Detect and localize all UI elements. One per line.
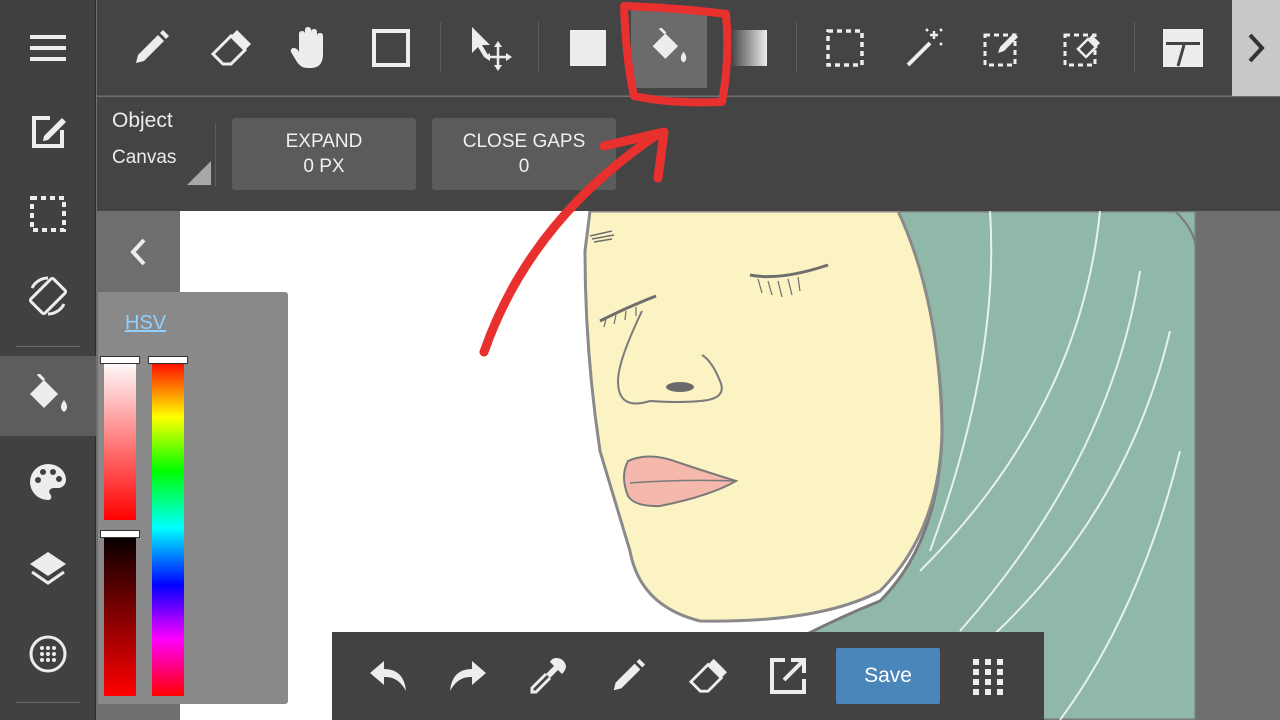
options-divider [215,123,216,187]
select-pen-icon [983,33,1018,67]
material-button[interactable] [0,614,96,694]
export-button[interactable] [758,646,818,706]
palette-icon [30,464,66,500]
selection-icon [30,196,66,232]
expand-value: 0 PX [303,156,345,177]
select-eraser-tool-button[interactable] [1045,8,1121,88]
menu-icon [30,35,66,61]
eraser-tool-button[interactable] [193,8,269,88]
fill-bucket-sidebar-button[interactable] [0,356,96,436]
fill-color-tool-button[interactable] [550,8,626,88]
fill-bucket-tool-button[interactable] [631,8,707,88]
redo-button[interactable] [438,646,498,706]
redo-icon [450,661,486,691]
hue-slider[interactable] [152,360,184,696]
face-shape [583,211,944,623]
edit-canvas-icon [32,116,66,148]
save-button[interactable]: Save [836,648,940,704]
pen-icon [136,30,169,63]
hand-icon [290,27,323,68]
toolbar-more-button[interactable] [1232,0,1280,96]
pen-icon [613,658,646,691]
chevron-right-icon [1248,33,1265,63]
nostril [666,382,694,392]
gradient-icon [731,30,767,66]
pen-tool-button[interactable] [113,8,189,88]
rotate-button[interactable] [0,256,96,336]
bottom-pen-button[interactable] [598,646,658,706]
move-icon [472,27,512,71]
rect-select-tool-button[interactable] [807,8,883,88]
menu-button[interactable] [0,8,96,88]
bottom-eraser-button[interactable] [678,646,738,706]
rotate-icon [28,276,68,316]
magic-wand-tool-button[interactable] [887,8,963,88]
toolbar-divider [440,22,441,72]
expand-button[interactable]: EXPAND 0 PX [232,118,416,190]
tool-options-bar: Object Canvas EXPAND 0 PX CLOSE GAPS 0 [97,97,1280,211]
edit-canvas-button[interactable] [0,92,96,172]
eraser-icon [210,30,251,66]
light-bar-handle[interactable] [100,356,140,364]
expand-label: EXPAND [285,131,363,152]
shape-tool-button[interactable] [353,8,429,88]
collapse-panel-button[interactable] [98,212,180,292]
toolbar-divider [796,22,797,72]
chevron-left-icon [130,238,146,266]
top-toolbar [97,0,1280,96]
eyedropper-button[interactable] [518,646,578,706]
target-value: Canvas [112,147,177,168]
sidebar-divider [16,346,80,347]
bottom-toolbar: Save [332,632,1044,720]
rect-select-icon [826,29,864,67]
left-sidebar [0,0,96,720]
frame-tool-button[interactable] [1145,8,1221,88]
hand-tool-button[interactable] [273,8,349,88]
target-label: Object [112,109,173,132]
eraser-icon [688,658,727,693]
eyedropper-icon [530,658,566,694]
color-panel: HSV [98,292,288,704]
select-pen-tool-button[interactable] [965,8,1041,88]
select-eraser-icon [1063,33,1100,67]
toolbar-divider [1134,22,1135,72]
palette-button[interactable] [0,442,96,522]
undo-button[interactable] [358,646,418,706]
selection-button[interactable] [0,174,96,254]
frame-icon [1163,29,1203,67]
layers-icon [30,552,66,585]
hsv-mode-link[interactable]: HSV [125,312,166,335]
layers-button[interactable] [0,528,96,608]
move-tool-button[interactable] [453,8,529,88]
gradient-tool-button[interactable] [711,8,787,88]
export-icon [770,658,806,694]
shape-icon [372,29,410,67]
hue-handle[interactable] [148,356,188,364]
dropdown-corner-icon [187,161,211,185]
app-window: Object Canvas EXPAND 0 PX CLOSE GAPS 0 H… [0,0,1280,720]
fill-bucket-icon [652,28,687,63]
grid-icon [973,659,1003,695]
grid-menu-button[interactable] [958,646,1018,706]
close-gaps-label: CLOSE GAPS [462,131,586,152]
brightness-bar-dark[interactable] [104,532,136,696]
fill-bucket-icon [30,374,67,412]
fill-color-icon [570,30,606,66]
material-icon [29,635,67,673]
undo-icon [370,661,406,691]
magic-wand-icon [906,28,943,67]
toolbar-divider [538,22,539,72]
brightness-bar-light[interactable] [104,360,136,520]
sidebar-divider [16,702,80,703]
fill-target-select[interactable]: Object Canvas [109,107,211,185]
close-gaps-value: 0 [518,156,530,177]
dark-bar-handle[interactable] [100,530,140,538]
close-gaps-button[interactable]: CLOSE GAPS 0 [432,118,616,190]
